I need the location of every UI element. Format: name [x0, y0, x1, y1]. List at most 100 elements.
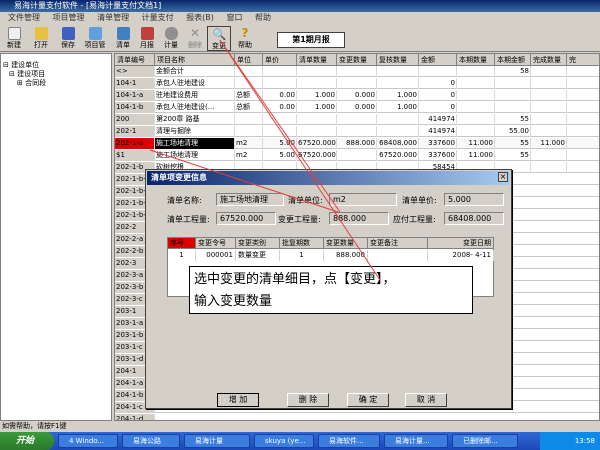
- cell-unit[interactable]: 总额: [235, 102, 263, 113]
- cell-id[interactable]: <>: [115, 66, 155, 77]
- cell-cur_amt[interactable]: 55: [495, 138, 531, 149]
- cell-price[interactable]: [263, 114, 297, 125]
- taskbar-task[interactable]: 已删除邮...: [452, 434, 518, 448]
- menu-help[interactable]: 帮助: [255, 13, 271, 22]
- cell-amount[interactable]: 337600: [419, 138, 457, 149]
- price-field[interactable]: 5.000: [444, 193, 504, 206]
- table-row[interactable]: 204-1-d: [115, 414, 599, 420]
- cell-price[interactable]: 5.00: [263, 150, 297, 161]
- cell-review[interactable]: 1.000: [377, 102, 419, 113]
- cell-id[interactable]: 202-1: [115, 126, 155, 137]
- cell-cur_qty[interactable]: [457, 78, 495, 89]
- qty-field[interactable]: 67520.000: [216, 212, 276, 225]
- cell-cur_qty[interactable]: [457, 126, 495, 137]
- cell-price[interactable]: [263, 126, 297, 137]
- cell-done[interactable]: [531, 66, 567, 77]
- cell-price[interactable]: 5.00: [263, 138, 297, 149]
- cell-done[interactable]: [531, 126, 567, 137]
- start-button[interactable]: 开始: [0, 432, 54, 450]
- cell-amount[interactable]: 0: [419, 90, 457, 101]
- grid-header-5[interactable]: 变更数量: [337, 54, 377, 66]
- menu-project[interactable]: 项目管理: [53, 13, 85, 22]
- cell-date[interactable]: 2008- 4-11: [428, 250, 494, 261]
- cell-review[interactable]: [377, 126, 419, 137]
- table-row[interactable]: 104-1-b 承包人驻地建设(... 总额 0.00 1.000 0.000 1.000 0: [115, 102, 599, 113]
- cell-done[interactable]: [531, 150, 567, 161]
- table-row[interactable]: 104-1-a 驻地建设费用 总额 0.00 1.000 0.000 1.000 0: [115, 90, 599, 101]
- list-button[interactable]: 清单: [111, 26, 135, 51]
- table-row[interactable]: $1 施工场地清理 m2 5.00 67520.000 67520.000 337600 11…: [115, 150, 599, 161]
- cell-amount[interactable]: 0: [419, 102, 457, 113]
- table-row[interactable]: <> 金额合计 58: [115, 66, 599, 77]
- table-row[interactable]: 200 第200章 路基 414974 55: [115, 114, 599, 125]
- menu-file[interactable]: 文件管理: [8, 13, 40, 22]
- table-row[interactable]: 202-1-a 施工场地清理 m2 5.00 67520.000 888.000 68408…: [115, 138, 599, 149]
- cell-done[interactable]: [531, 90, 567, 101]
- cell-id[interactable]: 204-1-d: [115, 414, 155, 420]
- tree-toggle-icon[interactable]: ⊟: [3, 61, 9, 69]
- cell-order-no[interactable]: 000001: [196, 250, 236, 261]
- grid-header-1[interactable]: 项目名称: [155, 54, 235, 66]
- cell-change[interactable]: [337, 114, 377, 125]
- cancel-button[interactable]: 取 消: [405, 393, 447, 407]
- cell-qty[interactable]: 67520.000: [297, 150, 337, 161]
- cell-cur_qty[interactable]: 11.000: [457, 150, 495, 161]
- cell-change[interactable]: [337, 66, 377, 77]
- cell-unit[interactable]: [235, 114, 263, 125]
- cell-id[interactable]: $1: [115, 150, 155, 161]
- cell-unit[interactable]: m2: [235, 150, 263, 161]
- table-row[interactable]: 202-1 清理与掘除 414974 55.00: [115, 126, 599, 137]
- cell-change[interactable]: 0.000: [337, 90, 377, 101]
- grid-header-7[interactable]: 金额: [419, 54, 457, 66]
- tree-toggle-icon[interactable]: ⊟: [9, 70, 15, 78]
- cell-seq[interactable]: 1: [168, 250, 196, 261]
- cell-price[interactable]: [263, 66, 297, 77]
- cell-remark[interactable]: [368, 250, 428, 261]
- grid-header-8[interactable]: 本期数量: [457, 54, 495, 66]
- cell-price[interactable]: 0.00: [263, 102, 297, 113]
- new-button[interactable]: 新建: [2, 26, 26, 51]
- cell-name[interactable]: 施工场地清理: [155, 138, 235, 149]
- cell-amount[interactable]: 337600: [419, 150, 457, 161]
- cell-cur_amt[interactable]: [495, 78, 531, 89]
- taskbar-task[interactable]: 易海计量...: [384, 434, 448, 448]
- cell-cur_amt[interactable]: 55: [495, 114, 531, 125]
- tree-toggle-icon[interactable]: ⊞: [17, 79, 23, 87]
- open-button[interactable]: 打开: [29, 26, 53, 51]
- cell-id[interactable]: 200: [115, 114, 155, 125]
- grid-header-9[interactable]: 本期金额: [495, 54, 531, 66]
- cell-change[interactable]: [337, 126, 377, 137]
- cell-name[interactable]: 施工场地清理: [155, 150, 235, 161]
- cell-name[interactable]: 金额合计: [155, 66, 235, 77]
- cell-change[interactable]: 888.000: [337, 138, 377, 149]
- change-qty-field[interactable]: 888.000: [329, 212, 389, 225]
- unit-field[interactable]: m2: [329, 193, 397, 206]
- cell-amount[interactable]: [419, 66, 457, 77]
- cell-id[interactable]: 104-1-a: [115, 90, 155, 101]
- change-button[interactable]: 🔍 变更: [207, 26, 231, 51]
- cell-cur_amt[interactable]: [495, 102, 531, 113]
- cell-cur_amt[interactable]: 55: [495, 150, 531, 161]
- cell-qty[interactable]: 1.000: [297, 102, 337, 113]
- tree-item-contract[interactable]: ⊞ 合同段: [17, 78, 46, 88]
- cell-review[interactable]: [377, 78, 419, 89]
- delete-change-button[interactable]: 删 除: [287, 393, 329, 407]
- cell-amount[interactable]: 414974: [419, 114, 457, 125]
- grid-header-3[interactable]: 单价: [263, 54, 297, 66]
- taskbar-task[interactable]: skuya (ye...: [254, 434, 314, 448]
- cell-review[interactable]: [377, 114, 419, 125]
- cell-change[interactable]: [337, 150, 377, 161]
- cell-amount[interactable]: 414974: [419, 126, 457, 137]
- add-button[interactable]: 增 加: [217, 393, 259, 407]
- cell-id[interactable]: 104-1: [115, 78, 155, 89]
- menu-report[interactable]: 报表(B): [186, 13, 214, 22]
- cell-change[interactable]: 0.000: [337, 102, 377, 113]
- menu-list[interactable]: 清单管理: [97, 13, 129, 22]
- cell-unit[interactable]: [235, 126, 263, 137]
- cell-qty[interactable]: 67520.000: [297, 138, 337, 149]
- measure-button[interactable]: 计量: [159, 26, 183, 51]
- cell-price[interactable]: 0.00: [263, 90, 297, 101]
- cell-cur_qty[interactable]: 11.000: [457, 138, 495, 149]
- grid-header-11[interactable]: 完: [567, 54, 599, 66]
- taskbar-task[interactable]: 4 Windo...: [58, 434, 118, 448]
